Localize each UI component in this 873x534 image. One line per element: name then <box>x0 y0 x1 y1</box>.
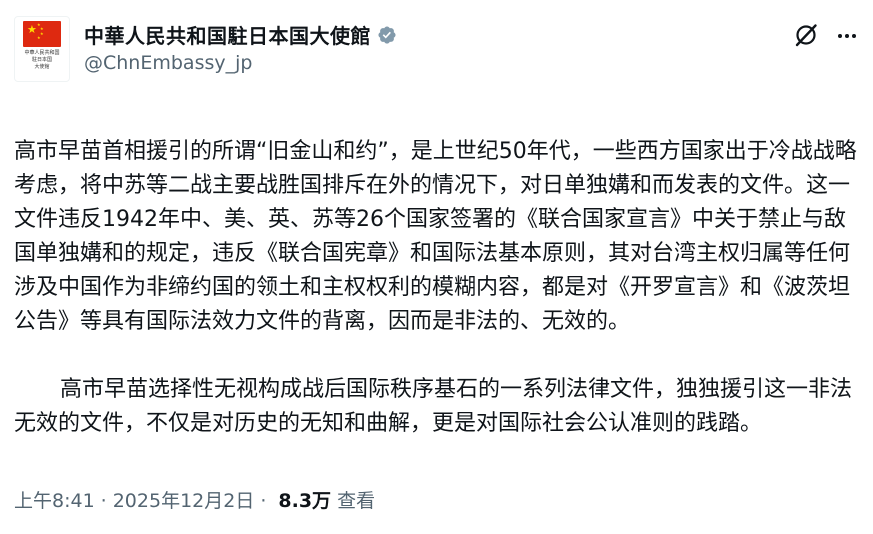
views-label[interactable]: 查看 <box>337 486 375 513</box>
avatar-caption: 中華人民共和国 駐日本国 大使館 <box>17 50 67 71</box>
post-header: ★ ★ ★ ★ ★ 中華人民共和国 駐日本国 大使館 中華人民共和国駐日本国大使… <box>14 14 859 84</box>
verified-badge-icon[interactable] <box>377 25 397 45</box>
avatar-caption-line: 駐日本国 <box>31 57 52 63</box>
meta-separator: · <box>100 490 107 512</box>
more-options-icon[interactable] <box>835 24 859 48</box>
post-date[interactable]: 2025年12月2日 <box>113 486 255 513</box>
meta-separator: · <box>260 490 267 512</box>
post-time[interactable]: 上午8:41 <box>14 486 95 513</box>
views-count[interactable]: 8.3万 <box>278 486 331 513</box>
avatar[interactable]: ★ ★ ★ ★ ★ 中華人民共和国 駐日本国 大使館 <box>14 16 70 82</box>
post-paragraph: 高市早苗首相援引的所谓“旧金山和约”，是上世纪50年代，一些西方国家出于冷战战略… <box>14 139 857 334</box>
avatar-caption-line: 大使館 <box>34 64 50 70</box>
grok-icon[interactable] <box>793 22 819 48</box>
china-flag-icon: ★ ★ ★ ★ ★ <box>23 21 61 47</box>
avatar-caption-line: 中華人民共和国 <box>24 50 60 56</box>
post-text: 高市早苗首相援引的所谓“旧金山和约”，是上世纪50年代，一些西方国家出于冷战战略… <box>14 101 864 475</box>
user-handle[interactable]: @ChnEmbassy_jp <box>84 52 252 74</box>
display-name[interactable]: 中華人民共和国駐日本国大使館 <box>84 20 371 49</box>
name-row: 中華人民共和国駐日本国大使館 <box>84 20 397 49</box>
post-paragraph: 高市早苗选择性无视构成战后国际秩序基石的一系列法律文件，独独援引这一非法无效的文… <box>14 377 853 436</box>
post-meta: 上午8:41 · 2025年12月2日 · 8.3万 查看 <box>14 486 375 513</box>
